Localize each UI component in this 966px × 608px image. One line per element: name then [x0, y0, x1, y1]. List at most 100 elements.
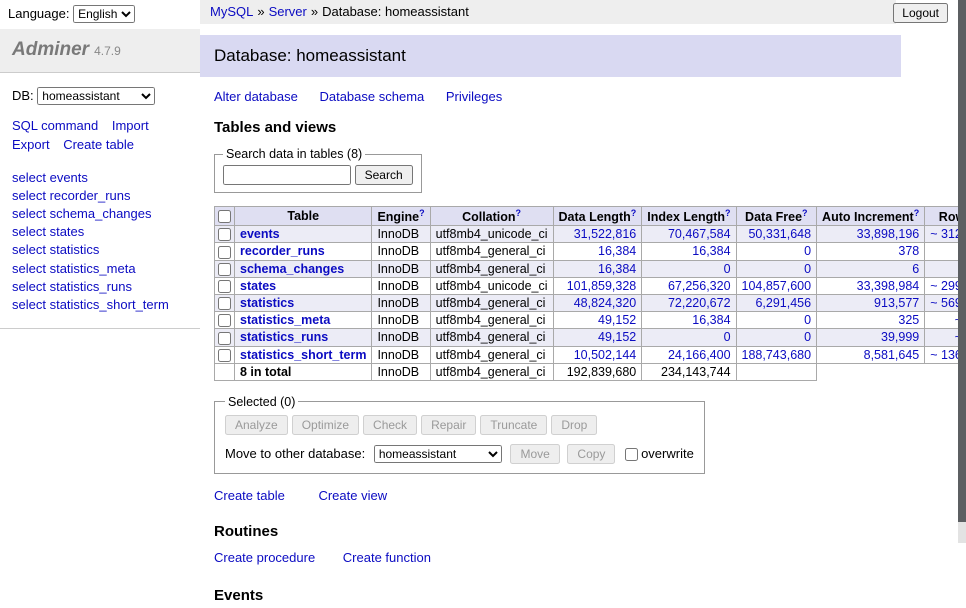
- data-length-link[interactable]: 101,859,328: [567, 279, 637, 293]
- export-link[interactable]: Export: [12, 137, 50, 152]
- overwrite-checkbox[interactable]: [625, 448, 638, 461]
- breadcrumb-server-link[interactable]: Server: [269, 4, 307, 19]
- auto-increment-link[interactable]: 6: [912, 262, 919, 276]
- table-name-link[interactable]: events: [240, 227, 280, 241]
- vertical-scrollbar[interactable]: [958, 0, 966, 543]
- table-name-link[interactable]: schema_changes: [240, 262, 344, 276]
- scrollbar-thumb[interactable]: [958, 0, 966, 522]
- data-length-link[interactable]: 49,152: [598, 330, 636, 344]
- alter-database-link[interactable]: Alter database: [214, 89, 298, 104]
- index-length-link[interactable]: 24,166,400: [668, 348, 731, 362]
- auto-increment-link[interactable]: 8,581,645: [864, 348, 920, 362]
- db-select[interactable]: homeassistant: [37, 87, 155, 105]
- row-checkbox[interactable]: [218, 246, 231, 259]
- table-name-link[interactable]: statistics_runs: [240, 330, 328, 344]
- data-free-link[interactable]: 0: [804, 262, 811, 276]
- create-table-link-sidebar[interactable]: Create table: [63, 137, 134, 152]
- data-free-link[interactable]: 0: [804, 330, 811, 344]
- select-table-link[interactable]: select: [12, 279, 46, 294]
- table-link[interactable]: statistics_runs: [50, 279, 132, 294]
- auto-increment-link[interactable]: 913,577: [874, 296, 919, 310]
- database-schema-link[interactable]: Database schema: [319, 89, 424, 104]
- create-view-link[interactable]: Create view: [318, 488, 387, 503]
- help-link[interactable]: ?: [516, 208, 522, 218]
- index-length-link[interactable]: 0: [724, 262, 731, 276]
- index-length-link[interactable]: 0: [724, 330, 731, 344]
- check-button[interactable]: Check: [363, 415, 417, 435]
- select-table-link[interactable]: select: [12, 224, 46, 239]
- data-free-link[interactable]: 6,291,456: [755, 296, 811, 310]
- create-procedure-link[interactable]: Create procedure: [214, 550, 315, 565]
- sql-command-link[interactable]: SQL command: [12, 118, 98, 133]
- repair-button[interactable]: Repair: [421, 415, 476, 435]
- table-link[interactable]: statistics: [50, 242, 100, 257]
- auto-increment-link[interactable]: 33,898,196: [857, 227, 920, 241]
- table-link[interactable]: states: [50, 224, 85, 239]
- row-checkbox[interactable]: [218, 228, 231, 241]
- help-link[interactable]: ?: [914, 208, 920, 218]
- table-name-link[interactable]: statistics_meta: [240, 313, 330, 327]
- row-checkbox[interactable]: [218, 332, 231, 345]
- table-link[interactable]: statistics_meta: [50, 261, 136, 276]
- table-link[interactable]: schema_changes: [50, 206, 152, 221]
- language-select[interactable]: English: [73, 5, 135, 23]
- data-free-link[interactable]: 0: [804, 313, 811, 327]
- table-name-link[interactable]: statistics_short_term: [240, 348, 366, 362]
- data-length-link[interactable]: 16,384: [598, 244, 636, 258]
- row-checkbox[interactable]: [218, 297, 231, 310]
- select-table-link[interactable]: select: [12, 261, 46, 276]
- data-free-link[interactable]: 188,743,680: [742, 348, 812, 362]
- select-all-checkbox[interactable]: [218, 210, 231, 223]
- row-checkbox[interactable]: [218, 263, 231, 276]
- adminer-logo[interactable]: Adminer: [12, 39, 89, 60]
- table-link[interactable]: statistics_short_term: [50, 297, 169, 312]
- table-name-link[interactable]: states: [240, 279, 276, 293]
- data-length-link[interactable]: 49,152: [598, 313, 636, 327]
- index-length-link[interactable]: 16,384: [692, 313, 730, 327]
- import-link[interactable]: Import: [112, 118, 149, 133]
- data-length-link[interactable]: 16,384: [598, 262, 636, 276]
- optimize-button[interactable]: Optimize: [292, 415, 359, 435]
- data-length-link[interactable]: 48,824,320: [574, 296, 637, 310]
- auto-increment-link[interactable]: 33,398,984: [857, 279, 920, 293]
- logout-button[interactable]: Logout: [893, 3, 948, 23]
- data-free-link[interactable]: 50,331,648: [748, 227, 811, 241]
- row-checkbox[interactable]: [218, 314, 231, 327]
- drop-button[interactable]: Drop: [551, 415, 597, 435]
- data-free-link[interactable]: 0: [804, 244, 811, 258]
- create-function-link[interactable]: Create function: [343, 550, 431, 565]
- select-table-link[interactable]: select: [12, 297, 46, 312]
- index-length-link[interactable]: 70,467,584: [668, 227, 731, 241]
- search-input[interactable]: [223, 165, 351, 185]
- select-table-link[interactable]: select: [12, 188, 46, 203]
- breadcrumb-mysql-link[interactable]: MySQL: [210, 4, 253, 19]
- help-link[interactable]: ?: [419, 208, 425, 218]
- data-length-link[interactable]: 10,502,144: [574, 348, 637, 362]
- data-length-link[interactable]: 31,522,816: [574, 227, 637, 241]
- index-length-link[interactable]: 16,384: [692, 244, 730, 258]
- auto-increment-link[interactable]: 39,999: [881, 330, 919, 344]
- help-link[interactable]: ?: [725, 208, 731, 218]
- move-button[interactable]: Move: [510, 444, 559, 464]
- table-link[interactable]: recorder_runs: [50, 188, 131, 203]
- row-checkbox[interactable]: [218, 280, 231, 293]
- move-database-select[interactable]: homeassistant: [374, 445, 502, 463]
- select-table-link[interactable]: select: [12, 242, 46, 257]
- data-free-link[interactable]: 104,857,600: [742, 279, 812, 293]
- help-link[interactable]: ?: [802, 208, 808, 218]
- index-length-link[interactable]: 72,220,672: [668, 296, 731, 310]
- search-button[interactable]: Search: [355, 165, 413, 185]
- table-link[interactable]: events: [50, 170, 88, 185]
- copy-button[interactable]: Copy: [567, 444, 615, 464]
- index-length-link[interactable]: 67,256,320: [668, 279, 731, 293]
- select-table-link[interactable]: select: [12, 170, 46, 185]
- create-table-link[interactable]: Create table: [214, 488, 285, 503]
- table-name-link[interactable]: statistics: [240, 296, 294, 310]
- row-checkbox[interactable]: [218, 349, 231, 362]
- auto-increment-link[interactable]: 325: [898, 313, 919, 327]
- analyze-button[interactable]: Analyze: [225, 415, 288, 435]
- select-table-link[interactable]: select: [12, 206, 46, 221]
- truncate-button[interactable]: Truncate: [480, 415, 547, 435]
- help-link[interactable]: ?: [631, 208, 637, 218]
- privileges-link[interactable]: Privileges: [446, 89, 502, 104]
